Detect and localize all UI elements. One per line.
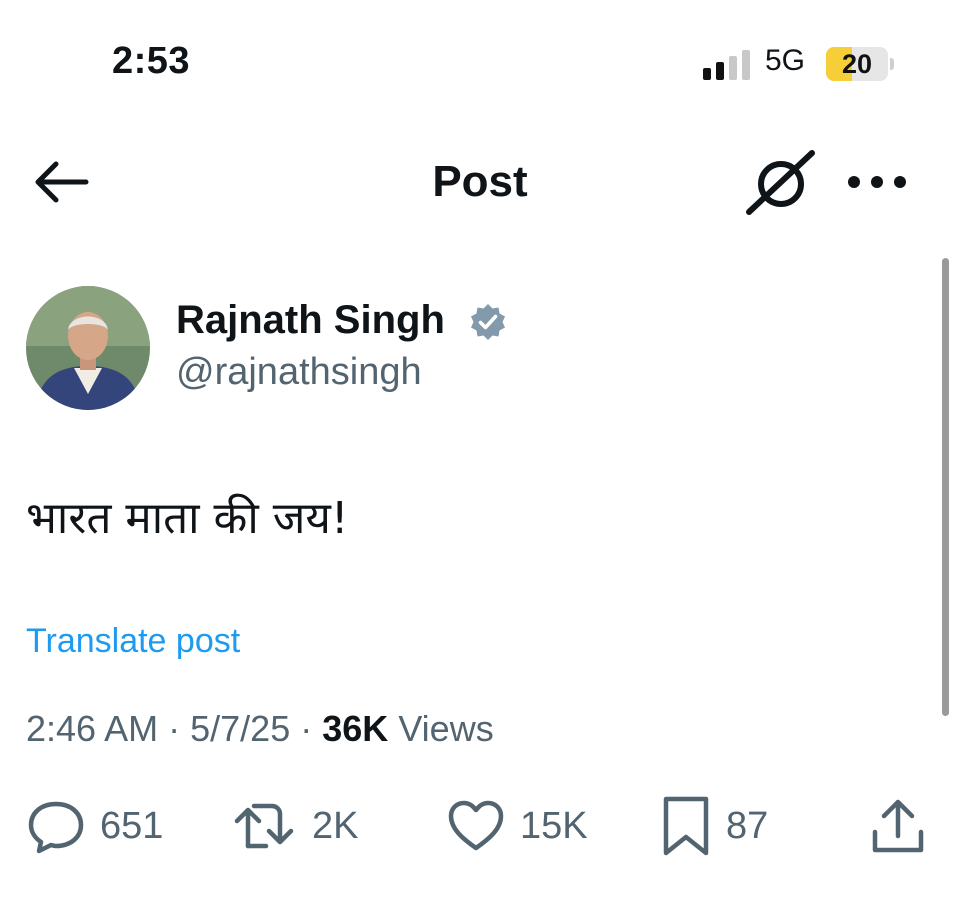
author-handle[interactable]: @rajnathsingh — [176, 351, 422, 394]
cellular-signal-icon — [703, 50, 750, 80]
author-name[interactable]: Rajnath Singh — [176, 298, 445, 343]
like-button[interactable]: 15K — [446, 796, 588, 856]
more-options-icon[interactable] — [846, 168, 908, 196]
avatar[interactable] — [26, 286, 150, 410]
network-type: 5G — [765, 44, 806, 77]
grok-icon[interactable] — [746, 150, 816, 216]
views-label: Views — [398, 708, 494, 749]
bookmark-icon — [663, 796, 709, 856]
post-date: 5/7/25 — [190, 708, 291, 749]
status-time: 2:53 — [112, 40, 191, 82]
page-title: Post — [432, 157, 528, 206]
battery-text: 20 — [841, 49, 873, 79]
reply-icon — [28, 801, 84, 854]
repost-count: 2K — [312, 804, 359, 847]
share-icon — [872, 799, 924, 853]
meta-separator: · — [300, 708, 313, 749]
repost-button[interactable]: 2K — [232, 796, 358, 856]
heart-icon — [448, 800, 504, 851]
scrollbar[interactable] — [942, 258, 949, 716]
like-count: 15K — [520, 804, 588, 847]
post-meta: 2:46 AM · 5/7/25 · 36K Views — [26, 708, 494, 750]
reply-button[interactable]: 651 — [26, 796, 163, 856]
post-time: 2:46 AM — [26, 708, 159, 749]
repost-icon — [234, 803, 294, 849]
meta-separator: · — [168, 708, 181, 749]
views-count[interactable]: 36K — [322, 708, 388, 749]
bookmark-count: 87 — [726, 804, 769, 847]
reply-count: 651 — [100, 804, 164, 847]
bookmark-button[interactable]: 87 — [660, 796, 768, 856]
battery-indicator: 20 — [826, 47, 894, 81]
verified-badge-icon — [471, 304, 505, 340]
translate-post-link[interactable]: Translate post — [26, 622, 240, 661]
share-button[interactable] — [870, 796, 926, 856]
post-text: भारत माता की जय! — [26, 493, 349, 544]
